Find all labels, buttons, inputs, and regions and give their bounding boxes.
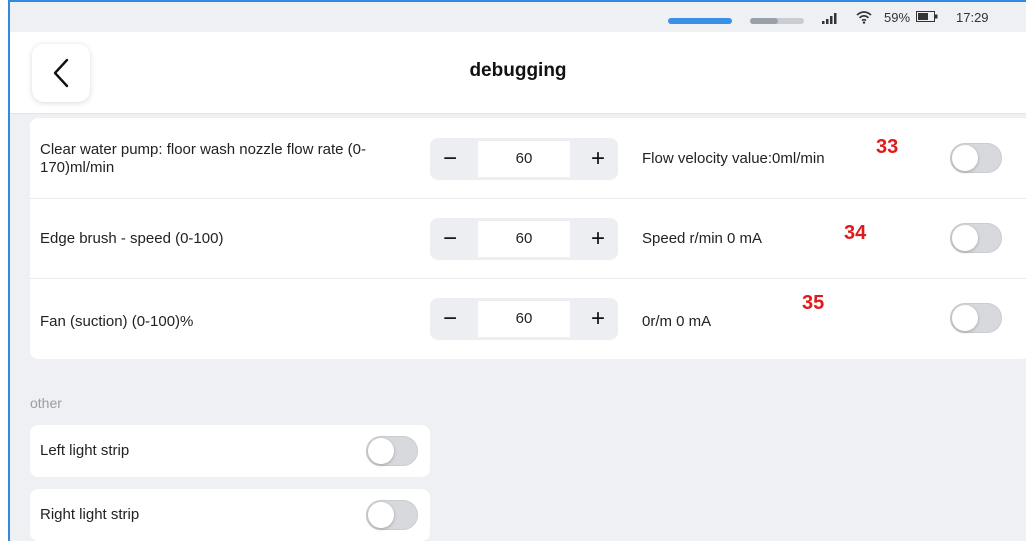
- increment-button[interactable]: +: [578, 138, 618, 180]
- increment-button[interactable]: +: [578, 218, 618, 260]
- battery-icon: [916, 11, 938, 22]
- value-stepper: − 60 +: [430, 218, 618, 260]
- toggle-knob: [952, 225, 978, 251]
- status-time: 17:29: [956, 10, 989, 25]
- value-stepper: − 60 +: [430, 138, 618, 180]
- setting-toggle[interactable]: [950, 143, 1002, 173]
- stepper-value[interactable]: 60: [478, 221, 570, 257]
- setting-row-water-pump: Clear water pump: floor wash nozzle flow…: [30, 118, 1026, 199]
- section-title-other: other: [30, 395, 62, 411]
- decrement-button[interactable]: −: [430, 298, 470, 340]
- setting-toggle[interactable]: [950, 223, 1002, 253]
- annotation-marker: 35: [802, 292, 825, 314]
- value-stepper: − 60 +: [430, 298, 618, 340]
- setting-readout: 0r/m 0 mA: [642, 313, 712, 330]
- decrement-button[interactable]: −: [430, 138, 470, 180]
- setting-label: Left light strip: [40, 442, 130, 459]
- setting-readout: Flow velocity value:0ml/min: [642, 150, 825, 167]
- setting-label: Clear water pump: floor wash nozzle flow…: [40, 141, 366, 176]
- right-light-strip-toggle[interactable]: [366, 500, 418, 530]
- toggle-knob: [368, 438, 394, 464]
- setting-row-right-light-strip: Right light strip: [30, 489, 430, 541]
- battery-percent: 59%: [884, 10, 911, 25]
- setting-readout: Speed r/min 0 mA: [642, 230, 763, 247]
- left-light-strip-toggle[interactable]: [366, 436, 418, 466]
- page-header: debugging: [10, 32, 1026, 114]
- increment-button[interactable]: +: [578, 298, 618, 340]
- motor-settings-card: Clear water pump: floor wash nozzle flow…: [30, 118, 1026, 359]
- annotation-marker: 34: [844, 222, 867, 244]
- status-bar: 59% 17:29: [10, 2, 1026, 32]
- setting-row-left-light-strip: Left light strip: [30, 425, 430, 477]
- setting-toggle[interactable]: [950, 303, 1002, 333]
- decrement-button[interactable]: −: [430, 218, 470, 260]
- wifi-icon: [856, 11, 872, 24]
- stepper-value[interactable]: 60: [478, 301, 570, 337]
- signal-icon: [822, 13, 837, 24]
- stepper-value[interactable]: 60: [478, 141, 570, 177]
- setting-row-edge-brush: Edge brush - speed (0-100) − 60 + Speed …: [30, 198, 1026, 279]
- status-indicator-primary: [668, 18, 732, 24]
- app-frame: 59% 17:29 debugging Clear water pump: fl…: [8, 0, 1026, 541]
- toggle-knob: [368, 502, 394, 528]
- page-title: debugging: [469, 60, 567, 81]
- annotation-marker: 33: [876, 136, 899, 158]
- toggle-knob: [952, 305, 978, 331]
- setting-label: Right light strip: [40, 506, 140, 523]
- setting-row-fan: Fan (suction) (0-100)% − 60 + 0r/m 0 mA …: [30, 278, 1026, 359]
- toggle-knob: [952, 145, 978, 171]
- status-indicator-secondary: [750, 18, 804, 24]
- setting-label: Fan (suction) (0-100)%: [40, 313, 194, 330]
- setting-label: Edge brush - speed (0-100): [40, 230, 224, 247]
